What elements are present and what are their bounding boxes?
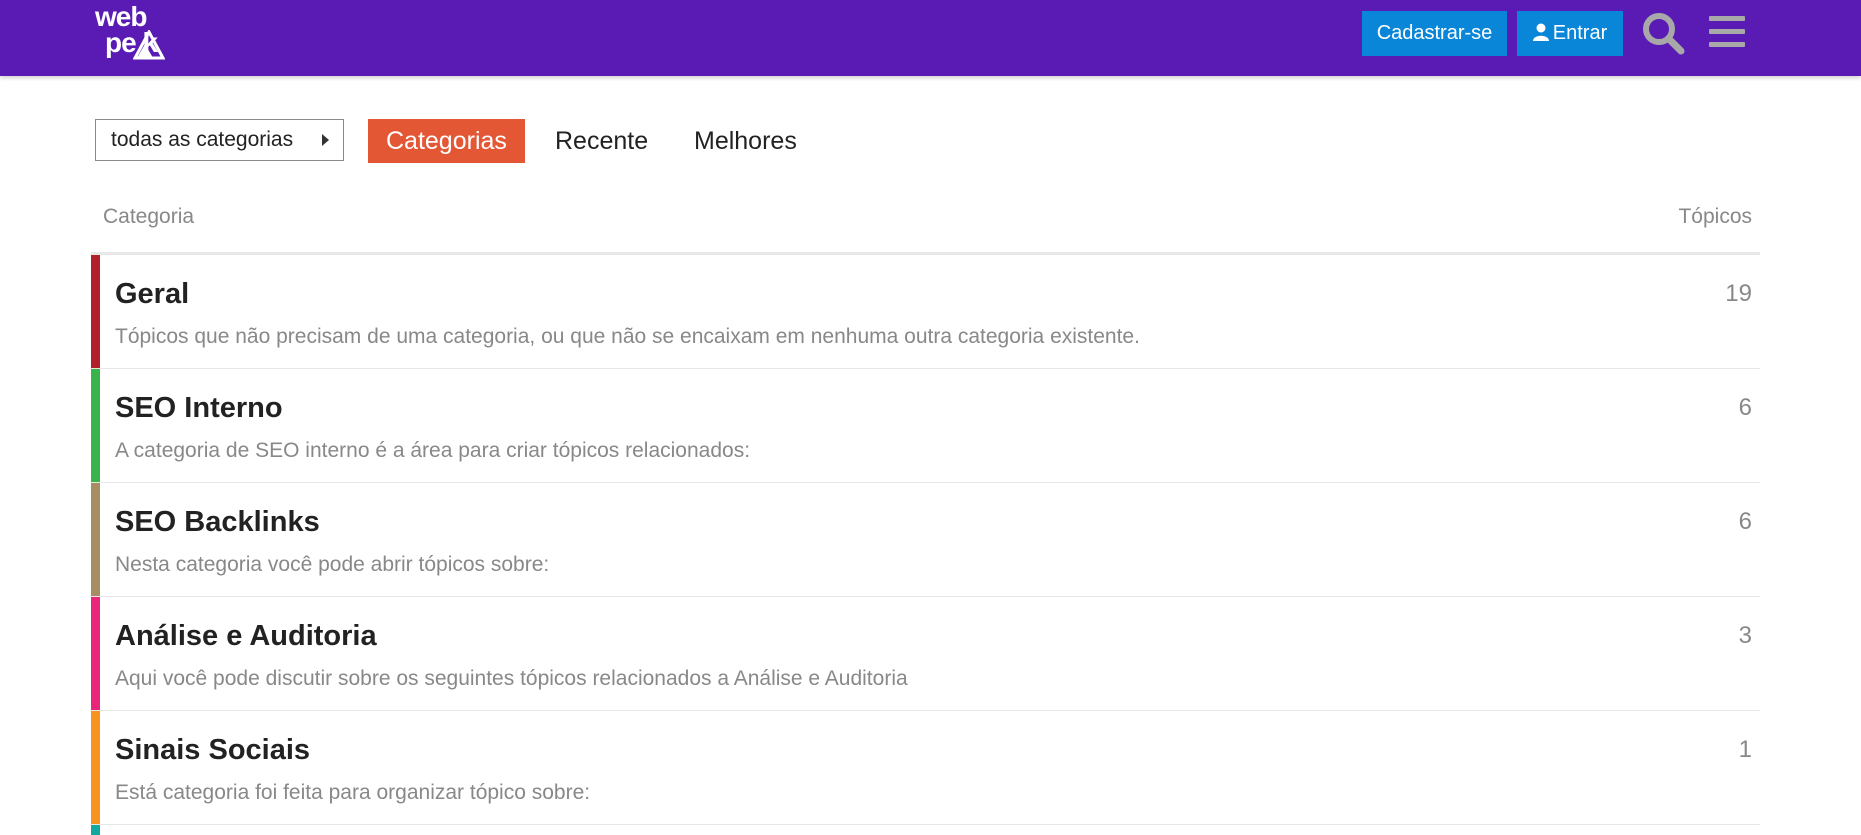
category-dropdown[interactable]: todas as categorias: [95, 119, 344, 161]
category-name[interactable]: SEO Interno: [115, 392, 283, 425]
topic-count: 19: [1725, 280, 1752, 307]
category-name[interactable]: Geral: [115, 278, 189, 311]
login-button[interactable]: Entrar: [1517, 11, 1623, 56]
category-color-bar: [91, 825, 100, 835]
category-name[interactable]: SEO Backlinks: [115, 506, 320, 539]
site-logo[interactable]: web pe k: [95, 2, 185, 62]
category-color-bar: [91, 483, 100, 596]
category-name[interactable]: Análise e Auditoria: [115, 620, 377, 653]
category-color-bar: [91, 597, 100, 710]
category-row[interactable]: Sinais Sociais Está categoria foi feita …: [91, 711, 1760, 825]
login-button-label: Entrar: [1552, 22, 1608, 44]
category-description: Nesta categoria você pode abrir tópicos …: [115, 553, 550, 576]
logo-peak-icon: [133, 30, 165, 60]
topic-count: 6: [1738, 508, 1752, 535]
tab-melhores[interactable]: Melhores: [694, 119, 797, 163]
topic-count: 6: [1738, 394, 1752, 421]
signup-button[interactable]: Cadastrar-se: [1362, 11, 1507, 56]
category-row[interactable]: Análise e Auditoria Aqui você pode discu…: [91, 597, 1760, 711]
category-description: Aqui você pode discutir sobre os seguint…: [115, 667, 908, 690]
category-name[interactable]: Sinais Sociais: [115, 734, 310, 767]
tab-categorias[interactable]: Categorias: [368, 119, 525, 163]
category-color-bar: [91, 711, 100, 824]
category-description: Está categoria foi feita para organizar …: [115, 781, 591, 804]
category-description: A categoria de SEO interno é a área para…: [115, 439, 751, 462]
caret-right-icon: [322, 134, 329, 146]
column-header-topics: Tópicos: [1678, 205, 1752, 228]
user-icon: [1532, 23, 1549, 41]
category-row[interactable]: Geral Tópicos que não precisam de uma ca…: [91, 255, 1760, 369]
category-color-bar: [91, 255, 100, 368]
category-row[interactable]: SEO Interno A categoria de SEO interno é…: [91, 369, 1760, 483]
site-header: web pe k Cadastrar-se Entrar: [0, 0, 1861, 76]
category-description: Tópicos que não precisam de uma categori…: [115, 325, 1140, 348]
search-icon: [1643, 13, 1685, 55]
category-color-bar: [91, 369, 100, 482]
search-button[interactable]: [1640, 10, 1686, 56]
tab-recente[interactable]: Recente: [555, 119, 648, 163]
category-row[interactable]: SEO Backlinks Nesta categoria você pode …: [91, 483, 1760, 597]
topic-count: 1: [1738, 736, 1752, 763]
column-header-category: Categoria: [103, 205, 195, 228]
topic-count: 3: [1738, 622, 1752, 649]
category-row-partial[interactable]: [91, 825, 1760, 835]
category-dropdown-label: todas as categorias: [111, 128, 294, 151]
hamburger-menu-button[interactable]: [1706, 12, 1748, 54]
